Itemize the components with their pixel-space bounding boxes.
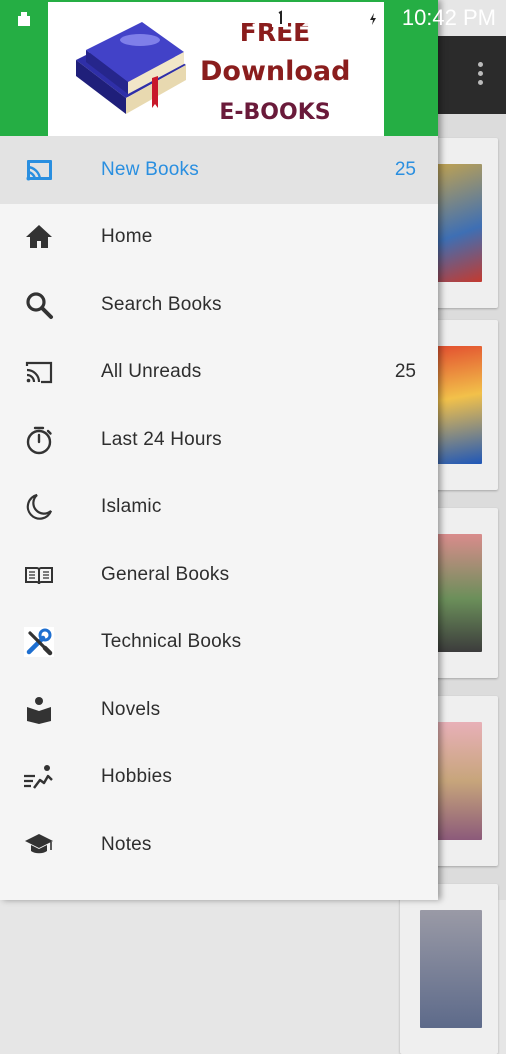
menu-item-new-books[interactable]: New Books 25: [0, 136, 438, 204]
book-cover: [420, 910, 482, 1028]
menu-label: Search Books: [101, 293, 222, 315]
battery-charging-icon: [368, 9, 378, 27]
open-book-icon: [25, 566, 53, 584]
sim-one-icon: [272, 9, 288, 27]
menu-item-general-books[interactable]: General Books: [0, 541, 438, 609]
sd-card-icon: [18, 12, 30, 26]
banner-text-download: Download: [200, 56, 351, 87]
menu-label: Novels: [101, 698, 161, 720]
menu-item-search-books[interactable]: Search Books: [0, 271, 438, 339]
battery-percent: 41%: [330, 10, 361, 27]
menu-item-notes[interactable]: Notes: [0, 811, 438, 879]
menu-item-islamic[interactable]: Islamic: [0, 474, 438, 542]
menu-item-home[interactable]: Home: [0, 204, 438, 272]
drawer-menu: New Books 25 Home Search Books All Unrea…: [0, 136, 438, 879]
menu-label: Home: [101, 226, 153, 248]
menu-item-last-24-hours[interactable]: Last 24 Hours: [0, 406, 438, 474]
menu-label: Notes: [101, 833, 152, 855]
wifi-icon: [245, 12, 263, 27]
cast-icon: [26, 159, 52, 181]
status-bar: 41% 10:42 PM: [0, 0, 506, 36]
menu-count: 25: [394, 158, 416, 180]
graduation-cap-icon: [25, 833, 53, 853]
usb-icon: [53, 10, 63, 27]
wrench-screwdriver-icon: [24, 627, 54, 658]
menu-item-technical-books[interactable]: Technical Books: [0, 609, 438, 677]
image-icon: [83, 10, 101, 26]
menu-item-hobbies[interactable]: Hobbies: [0, 744, 438, 812]
menu-label: New Books: [101, 158, 199, 180]
crescent-moon-icon: [26, 494, 53, 520]
menu-label: All Unreads: [101, 361, 202, 383]
menu-item-all-unreads[interactable]: All Unreads 25: [0, 339, 438, 407]
menu-label: Islamic: [101, 496, 162, 518]
book-card[interactable]: [400, 884, 498, 1054]
menu-label: Last 24 Hours: [101, 428, 222, 450]
cast-icon: [25, 362, 53, 384]
alarm-icon: [214, 9, 230, 27]
search-icon: [26, 292, 53, 319]
stopwatch-icon: [26, 426, 52, 454]
menu-label: Technical Books: [101, 631, 242, 653]
hobbies-icon: [24, 765, 53, 789]
status-clock: 10:42 PM: [401, 5, 496, 30]
navigation-drawer: FREE Download E-BOOKS New Books 25 Home: [0, 0, 438, 900]
banner-text-ebooks: E-BOOKS: [219, 100, 331, 125]
menu-item-novels[interactable]: Novels: [0, 676, 438, 744]
menu-label: General Books: [101, 563, 230, 585]
signal-icon: [302, 10, 318, 26]
overflow-menu-icon[interactable]: [476, 62, 484, 88]
reader-icon: [27, 696, 51, 724]
menu-label: Hobbies: [101, 766, 173, 788]
menu-count: 25: [394, 361, 416, 383]
home-icon: [26, 225, 52, 249]
